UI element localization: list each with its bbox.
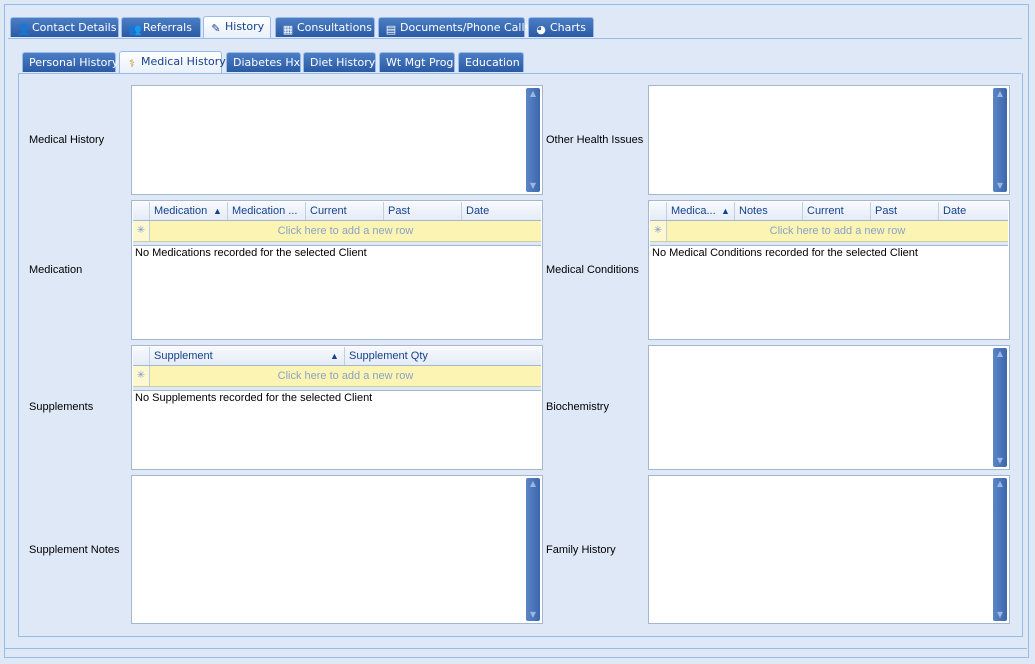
supplements-label: Supplements — [29, 401, 94, 413]
scroll-up-icon[interactable]: ▲ — [526, 478, 540, 490]
new-row[interactable]: ✳ Click here to add a new row — [133, 221, 541, 242]
grid-header: Medication ▲ Medication ... Current Past … — [133, 202, 541, 221]
tab-wt-mgt-prog[interactable]: Wt Mgt Prog — [379, 52, 455, 72]
tab-personal-history[interactable]: Personal History — [22, 52, 118, 72]
medical-history-label: Medical History — [29, 134, 105, 146]
family-history-label: Family History — [546, 544, 616, 556]
pencil-icon: ✎ — [211, 22, 221, 35]
tab-strip-border — [8, 38, 1022, 39]
biochemistry-label: Biochemistry — [546, 401, 609, 413]
sort-ascending-icon: ▲ — [330, 351, 339, 361]
empty-message: No Medical Conditions recorded for the s… — [652, 247, 918, 259]
column-header-current[interactable]: Current — [803, 202, 871, 220]
document-icon: ▤ — [385, 23, 397, 36]
medication-label: Medication — [29, 264, 83, 276]
medical-conditions-label: Medical Conditions — [546, 264, 639, 276]
tab-charts[interactable]: ◕ Charts — [528, 17, 594, 37]
tab-diet-history[interactable]: Diet History — [303, 52, 376, 72]
grid-header: Medica... ▲ Notes Current Past Date — [650, 202, 1008, 221]
column-header-supplement-qty[interactable]: Supplement Qty — [345, 347, 542, 365]
family-history-textarea[interactable]: ▲ ▼ — [648, 475, 1010, 624]
grid-separator — [133, 242, 541, 246]
scroll-down-icon[interactable]: ▼ — [993, 609, 1007, 621]
scroll-up-icon[interactable]: ▲ — [993, 88, 1007, 100]
column-header-medical-condition[interactable]: Medica... ▲ — [667, 202, 735, 220]
grid-separator — [650, 242, 1008, 246]
medical-conditions-grid[interactable]: Medica... ▲ Notes Current Past Date ✳ Clic… — [648, 200, 1010, 340]
column-header-medication[interactable]: Medication ▲ — [150, 202, 228, 220]
scroll-down-icon[interactable]: ▼ — [993, 455, 1007, 467]
scroll-up-icon[interactable]: ▲ — [993, 478, 1007, 490]
grid-separator — [133, 387, 541, 391]
sub-tab-strip-border — [18, 73, 1021, 74]
tab-diabetes-hx[interactable]: Diabetes Hx — [226, 52, 301, 72]
scrollbar[interactable]: ▲ ▼ — [993, 348, 1007, 467]
sort-ascending-icon: ▲ — [721, 206, 730, 216]
other-health-issues-label: Other Health Issues — [546, 134, 644, 146]
tab-education[interactable]: Education — [458, 52, 524, 72]
scroll-down-icon[interactable]: ▼ — [993, 180, 1007, 192]
scroll-up-icon[interactable]: ▲ — [993, 348, 1007, 360]
column-header-past[interactable]: Past — [871, 202, 939, 220]
row-indicator-header — [133, 347, 150, 365]
row-indicator-header — [133, 202, 150, 220]
calendar-icon: ▦ — [282, 23, 294, 36]
new-row-icon: ✳ — [650, 221, 667, 241]
scroll-down-icon[interactable]: ▼ — [526, 609, 540, 621]
column-header-current[interactable]: Current — [306, 202, 384, 220]
scrollbar[interactable]: ▲ ▼ — [993, 88, 1007, 192]
tab-consultations[interactable]: ▦ Consultations — [275, 17, 375, 37]
status-bar — [4, 648, 1027, 659]
biochemistry-textarea[interactable]: ▲ ▼ — [648, 345, 1010, 470]
tab-documents-phone-calls[interactable]: ▤ Documents/Phone Calls — [378, 17, 530, 37]
tab-history[interactable]: ✎ History — [203, 16, 271, 38]
person-icon: 👤 — [17, 23, 31, 36]
row-indicator-header — [650, 202, 667, 220]
scroll-up-icon[interactable]: ▲ — [526, 88, 540, 100]
other-health-issues-textarea[interactable]: ▲ ▼ — [648, 85, 1010, 195]
empty-message: No Medications recorded for the selected… — [135, 247, 367, 259]
new-row[interactable]: ✳ Click here to add a new row — [650, 221, 1008, 242]
supplement-notes-textarea[interactable]: ▲ ▼ — [131, 475, 543, 624]
column-header-notes[interactable]: Notes — [735, 202, 803, 220]
caduceus-icon: ⚕ — [129, 57, 135, 70]
new-row-prompt[interactable]: Click here to add a new row — [667, 221, 1008, 241]
empty-message: No Supplements recorded for the selected… — [135, 392, 373, 404]
new-row-icon: ✳ — [133, 221, 150, 241]
supplements-grid[interactable]: Supplement ▲ Supplement Qty ✳ Click here t… — [131, 345, 543, 470]
tab-referrals[interactable]: 👥Referrals — [121, 17, 201, 37]
people-icon: 👥 — [128, 23, 142, 36]
pie-chart-icon: ◕ — [536, 23, 546, 36]
new-row-prompt[interactable]: Click here to add a new row — [150, 221, 541, 241]
new-row-icon: ✳ — [133, 366, 150, 386]
tab-medical-history[interactable]: ⚕ Medical History — [119, 51, 226, 73]
column-header-date[interactable]: Date — [462, 202, 542, 220]
scrollbar[interactable]: ▲ ▼ — [993, 478, 1007, 621]
scrollbar[interactable]: ▲ ▼ — [526, 478, 540, 621]
medical-history-textarea[interactable]: ▲ ▼ — [131, 85, 543, 195]
column-header-past[interactable]: Past — [384, 202, 462, 220]
supplement-notes-label: Supplement Notes — [29, 544, 120, 556]
sort-ascending-icon: ▲ — [213, 206, 222, 216]
column-header-supplement[interactable]: Supplement ▲ — [150, 347, 345, 365]
new-row-prompt[interactable]: Click here to add a new row — [150, 366, 541, 386]
new-row[interactable]: ✳ Click here to add a new row — [133, 366, 541, 387]
grid-header: Supplement ▲ Supplement Qty — [133, 347, 541, 366]
tab-contact-details[interactable]: 👤Contact Details — [10, 17, 119, 37]
column-header-medication-notes[interactable]: Medication ... — [228, 202, 306, 220]
scroll-down-icon[interactable]: ▼ — [526, 180, 540, 192]
medication-grid[interactable]: Medication ▲ Medication ... Current Past … — [131, 200, 543, 340]
column-header-date[interactable]: Date — [939, 202, 1009, 220]
scrollbar[interactable]: ▲ ▼ — [526, 88, 540, 192]
